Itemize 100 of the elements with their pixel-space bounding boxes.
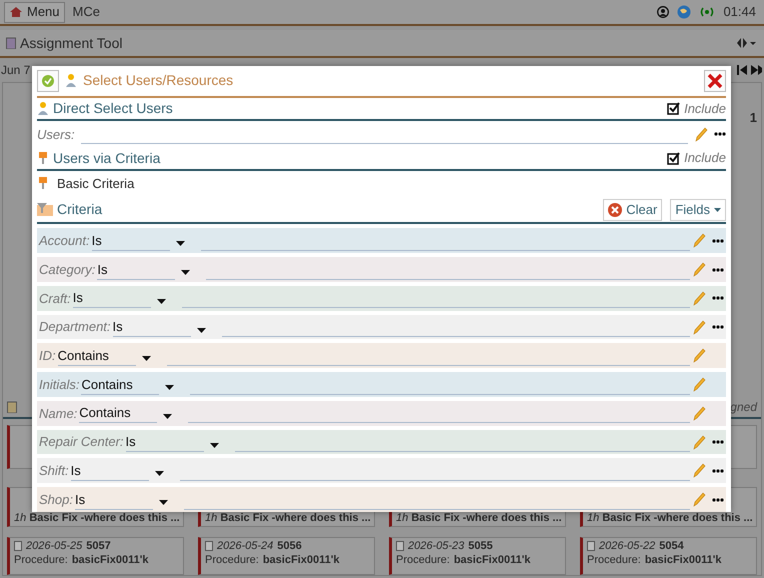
caret-icon[interactable] — [156, 298, 166, 304]
operator-dropdown[interactable]: Contains — [58, 346, 136, 366]
work-order-date: 2026-05-25 — [26, 539, 82, 553]
pencil-icon[interactable] — [692, 290, 706, 306]
operator-dropdown[interactable]: Is — [126, 432, 204, 452]
pin-icon — [37, 176, 49, 192]
work-order-card[interactable]: 2026-05-23 5055 Procedure: basicFix0011'k — [389, 537, 566, 575]
caret-icon[interactable] — [163, 414, 172, 419]
clear-icon — [608, 202, 622, 217]
work-order-title: 1h Basic Fix -where does this ... — [396, 511, 561, 525]
work-order-date: 2026-05-22 — [599, 539, 656, 553]
criteria-field[interactable]: Name:Contains — [37, 400, 726, 426]
work-order-date: 2026-05-24 — [217, 539, 274, 553]
field-label: Name: — [39, 404, 78, 423]
fields-button[interactable]: Fields — [670, 198, 726, 221]
pencil-icon[interactable] — [692, 348, 706, 364]
pencil-icon[interactable] — [692, 463, 706, 478]
field-label: Repair Center: — [39, 433, 124, 452]
pencil-icon[interactable] — [692, 377, 706, 392]
procedure-name: basicFix0011'k — [262, 553, 340, 567]
field-label: Initials: — [39, 376, 80, 394]
operator-dropdown[interactable]: Is — [72, 288, 151, 308]
work-order-number: 5056 — [277, 539, 302, 553]
more-icon[interactable] — [712, 468, 724, 474]
caret-icon[interactable] — [196, 328, 206, 333]
operator-dropdown[interactable]: Is — [74, 490, 153, 510]
more-icon[interactable] — [712, 238, 724, 244]
clock: 01:44 — [723, 3, 756, 22]
date-label: Jun 7 — [1, 62, 30, 79]
pencil-icon[interactable] — [692, 434, 706, 450]
procedure-label: Procedure: — [396, 553, 450, 567]
caret-icon[interactable] — [165, 385, 174, 390]
document-icon — [587, 541, 595, 551]
caret-icon[interactable] — [142, 356, 151, 362]
caret-icon[interactable] — [181, 270, 190, 276]
pencil-icon[interactable] — [694, 126, 708, 142]
work-order-card[interactable]: 2026-05-25 5057 Procedure: basicFix0011'k — [7, 537, 184, 575]
checked-checkbox-icon[interactable] — [667, 152, 680, 165]
pencil-icon[interactable] — [692, 320, 706, 335]
signal-icon[interactable] — [699, 6, 716, 18]
caret-icon[interactable] — [158, 500, 168, 506]
pencil-icon[interactable] — [692, 406, 706, 421]
operator-dropdown[interactable]: Is — [97, 260, 176, 280]
filter-folder-icon — [37, 203, 53, 216]
checked-checkbox-icon[interactable] — [667, 102, 680, 116]
pencil-icon[interactable] — [692, 262, 706, 278]
criteria-field[interactable]: Category:Is — [37, 257, 726, 282]
criteria-field[interactable]: Shop:Is — [37, 487, 726, 512]
field-label: ID: — [39, 347, 56, 366]
user-circle-icon[interactable] — [657, 6, 670, 18]
caret-icon[interactable] — [210, 442, 219, 448]
operator-dropdown[interactable]: Is — [92, 230, 170, 251]
criteria-field[interactable]: Account:Is — [37, 228, 726, 254]
operator-dropdown[interactable]: Contains — [81, 374, 160, 395]
caret-icon[interactable] — [176, 241, 185, 246]
confirm-button[interactable] — [37, 70, 59, 92]
menu-button[interactable]: Menu — [4, 2, 65, 22]
work-order-title: 1h Basic Fix -where does this ... — [205, 511, 370, 525]
operator-dropdown[interactable]: Is — [112, 317, 191, 338]
user-icon — [37, 101, 49, 116]
document-icon — [14, 541, 22, 551]
document-icon — [396, 541, 404, 551]
more-icon[interactable] — [712, 295, 724, 302]
dialog-title: Select Users/Resources — [83, 71, 234, 90]
operator-dropdown[interactable]: Is — [70, 460, 149, 481]
skip-arrows-icon[interactable] — [736, 65, 762, 75]
operator-dropdown[interactable]: Contains — [79, 403, 158, 424]
more-icon[interactable] — [712, 496, 724, 503]
procedure-name: basicFix0011'k — [454, 553, 530, 567]
criteria-field[interactable]: ID:Contains — [37, 343, 726, 368]
criteria-field[interactable]: Repair Center:Is — [37, 430, 726, 454]
work-order-number: 5054 — [659, 539, 684, 553]
split-toggle-icon[interactable] — [736, 37, 758, 49]
user-icon — [65, 73, 77, 88]
caret-icon[interactable] — [154, 471, 164, 476]
work-order-card[interactable]: 2026-05-22 5054 Procedure: basicFix0011'k — [580, 537, 757, 575]
more-icon[interactable] — [712, 324, 724, 330]
close-button[interactable] — [704, 70, 726, 92]
procedure-name: basicFix0011'k — [644, 553, 722, 567]
pin-icon — [37, 150, 49, 166]
pencil-icon[interactable] — [692, 492, 706, 508]
work-order-title: 1h Basic Fix -where does this ... — [587, 511, 752, 525]
pencil-icon[interactable] — [692, 233, 706, 248]
globe-icon[interactable] — [677, 5, 692, 19]
clear-button[interactable]: Clear — [603, 198, 662, 221]
procedure-label: Procedure: — [205, 553, 259, 567]
more-icon[interactable] — [712, 266, 724, 273]
section-title: Users via Criteria — [53, 148, 162, 168]
criteria-field[interactable]: Department:Is — [37, 314, 726, 340]
close-icon — [707, 72, 723, 89]
field-label: Category: — [39, 260, 96, 279]
field-label: Users: — [37, 126, 75, 144]
field-label: Shop: — [39, 490, 73, 509]
criteria-field[interactable]: Craft:Is — [37, 286, 726, 311]
work-order-card[interactable]: 2026-05-24 5056 Procedure: basicFix0011'k — [198, 537, 375, 575]
criteria-field[interactable]: Initials:Contains — [37, 372, 726, 397]
more-icon[interactable] — [712, 439, 724, 446]
field-label: Craft: — [39, 290, 71, 308]
criteria-field[interactable]: Shift:Is — [37, 458, 726, 484]
more-icon[interactable] — [714, 131, 726, 138]
